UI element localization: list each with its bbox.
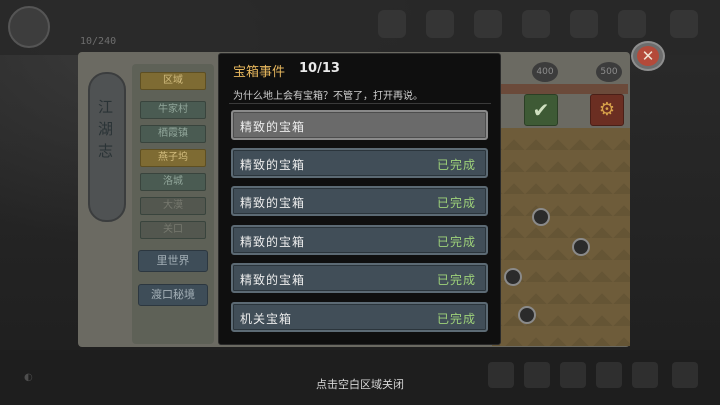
gear-button[interactable]: ⚙ <box>590 94 624 126</box>
event-item-name: 机关宝箱 <box>240 312 293 326</box>
event-item[interactable]: 机关宝箱 已完成 <box>231 302 488 332</box>
top-bar: 10/240 <box>0 0 720 55</box>
cost-badge: 500 <box>596 62 622 82</box>
event-item-status: 已完成 <box>436 273 476 287</box>
region-item[interactable]: 牛家村 <box>140 101 206 119</box>
map-npc-marker[interactable] <box>532 208 550 226</box>
scroll-title-char: 志 <box>98 142 114 160</box>
check-icon: ✔ <box>532 98 550 122</box>
divider <box>229 103 491 104</box>
gear-icon: ⚙ <box>598 99 616 120</box>
menu-icon[interactable] <box>670 10 698 38</box>
event-item-name: 精致的宝箱 <box>240 158 306 172</box>
scroll-title-char: 江 <box>98 98 114 116</box>
confirm-check-button[interactable]: ✔ <box>524 94 558 126</box>
close-icon: ✕ <box>637 46 659 66</box>
event-item-name: 精致的宝箱 <box>240 235 306 249</box>
event-item-name: 精致的宝箱 <box>240 120 306 134</box>
scroll-title-char: 湖 <box>98 120 114 138</box>
chest-event-dialog: 宝箱事件 10/13 为什么地上会有宝箱？不管了，打开再说。 精致的宝箱 精致的… <box>218 53 501 345</box>
region-map <box>492 128 630 346</box>
inner-world-button[interactable]: 里世界 <box>138 250 208 272</box>
map-npc-marker[interactable] <box>572 238 590 256</box>
progress-strip <box>500 84 628 94</box>
ferry-realm-button[interactable]: 渡口秘境 <box>138 284 208 306</box>
region-section-label: 区域 <box>140 72 206 90</box>
menu-icon[interactable] <box>522 10 550 38</box>
menu-icon[interactable] <box>618 10 646 38</box>
event-progress: 10/13 <box>299 61 340 76</box>
region-item-locked[interactable]: 关口 <box>140 221 206 239</box>
region-item[interactable]: 洛城 <box>140 173 206 191</box>
event-item-status: 已完成 <box>436 158 476 172</box>
event-item-selected[interactable]: 精致的宝箱 <box>231 110 488 140</box>
cost-badge: 400 <box>532 62 558 82</box>
event-item[interactable]: 精致的宝箱 已完成 <box>231 148 488 178</box>
menu-icon[interactable] <box>426 10 454 38</box>
event-item[interactable]: 精致的宝箱 已完成 <box>231 186 488 216</box>
map-npc-marker[interactable] <box>504 268 522 286</box>
tap-to-close-hint[interactable]: 点击空白区域关闭 <box>0 376 720 392</box>
event-item-status: 已完成 <box>436 312 476 326</box>
region-item-locked[interactable]: 大漠 <box>140 197 206 215</box>
region-item-selected[interactable]: 燕子坞 <box>140 149 206 167</box>
close-button[interactable]: ✕ <box>631 41 665 71</box>
player-avatar[interactable] <box>8 6 50 48</box>
dialog-title: 宝箱事件 <box>233 65 286 80</box>
event-item-status: 已完成 <box>436 196 476 210</box>
stamina-counter: 10/240 <box>80 36 117 47</box>
menu-icon[interactable] <box>474 10 502 38</box>
event-item-name: 精致的宝箱 <box>240 196 306 210</box>
event-item[interactable]: 精致的宝箱 已完成 <box>231 263 488 293</box>
menu-icon[interactable] <box>570 10 598 38</box>
event-item-name: 精致的宝箱 <box>240 273 306 287</box>
map-npc-marker[interactable] <box>518 306 536 324</box>
menu-icon[interactable] <box>378 10 406 38</box>
region-item[interactable]: 栖霞镇 <box>140 125 206 143</box>
event-item[interactable]: 精致的宝箱 已完成 <box>231 225 488 255</box>
dialog-subtitle: 为什么地上会有宝箱？不管了，打开再说。 <box>233 91 423 102</box>
journal-scroll: 江 湖 志 <box>88 72 126 222</box>
event-item-status: 已完成 <box>436 235 476 249</box>
